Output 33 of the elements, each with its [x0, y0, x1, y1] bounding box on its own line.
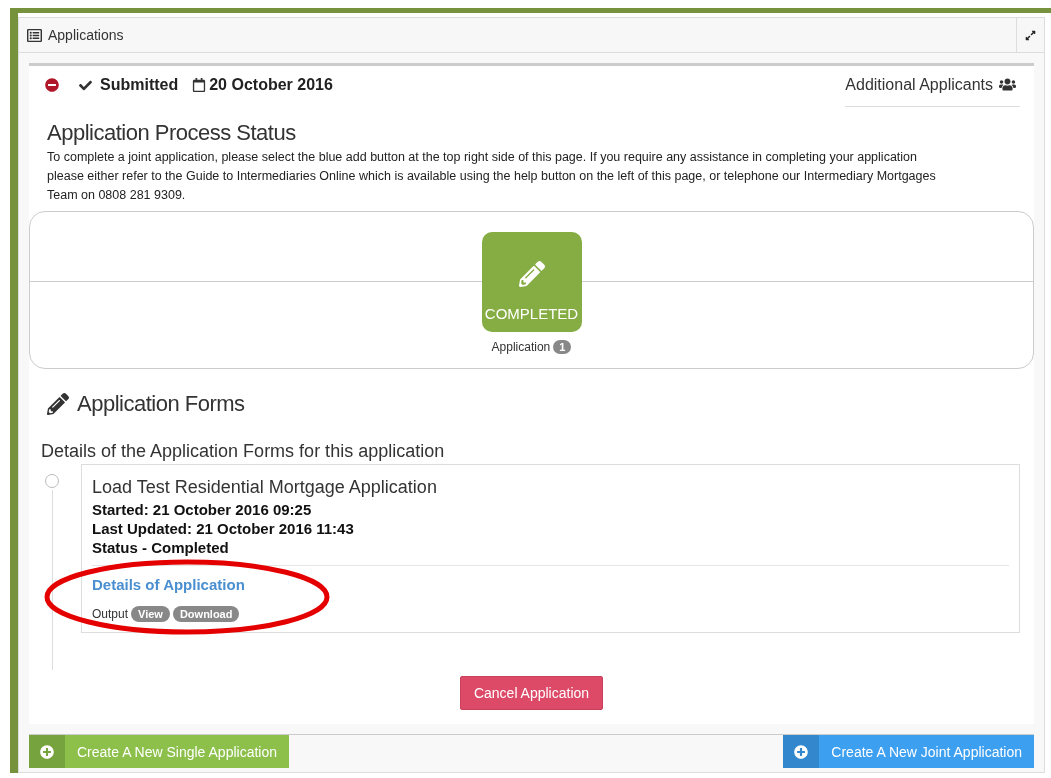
status-text: Submitted: [100, 76, 179, 94]
output-button[interactable]: View: [131, 606, 170, 622]
section-heading: Application Process Status: [47, 120, 297, 146]
cancel-icon[interactable]: [45, 78, 59, 92]
count-badge: 1: [553, 340, 572, 354]
started-text: Started: 21 October 2016 09:25: [92, 500, 313, 519]
calendar-icon: [192, 78, 207, 92]
step-label: Application: [491, 340, 551, 354]
pencil-icon: [518, 261, 545, 287]
status-text: Status - Completed: [92, 538, 230, 557]
plus-icon: [794, 744, 809, 759]
expand-icon: [1025, 29, 1036, 41]
updated-text: Last Updated: 21 October 2016 11:43: [92, 519, 355, 538]
section-heading: Application Forms: [77, 391, 245, 417]
date-text: 20 October 2016: [209, 76, 333, 94]
list-icon: [27, 27, 42, 43]
output-button[interactable]: Download: [172, 606, 240, 622]
pencil-icon: [47, 393, 69, 415]
section-subtitle: Details of the Application Forms for this application: [41, 441, 446, 462]
form-title: Load Test Residential Mortgage Application: [92, 477, 438, 498]
check-icon: [79, 78, 92, 92]
timeline-dot: [45, 474, 59, 488]
details-link[interactable]: Details of Application: [92, 576, 245, 593]
step-status: COMPLETED: [484, 305, 579, 322]
plus-icon: [40, 744, 54, 759]
output-label: Output: [92, 607, 129, 621]
create-application-button[interactable]: Create A New Single Application: [29, 735, 289, 768]
users-icon: [999, 76, 1016, 93]
instructions-text: To complete a joint application, please select the blue add button at the top right side of this page. If you require any assistance in completing your application please either refer to the Guide to Intermediaries Online which is available using the help button on the left of this page, or telephone our Intermediary Mortgages Team on 0808 281 9309.: [47, 149, 937, 204]
additional-applicants-link[interactable]: Additional Applicants: [845, 75, 1020, 107]
create-application-button[interactable]: Create A New Joint Application: [783, 735, 1034, 768]
panel-title: Applications: [47, 27, 125, 43]
cancel-application-button[interactable]: Cancel Application: [459, 676, 604, 710]
